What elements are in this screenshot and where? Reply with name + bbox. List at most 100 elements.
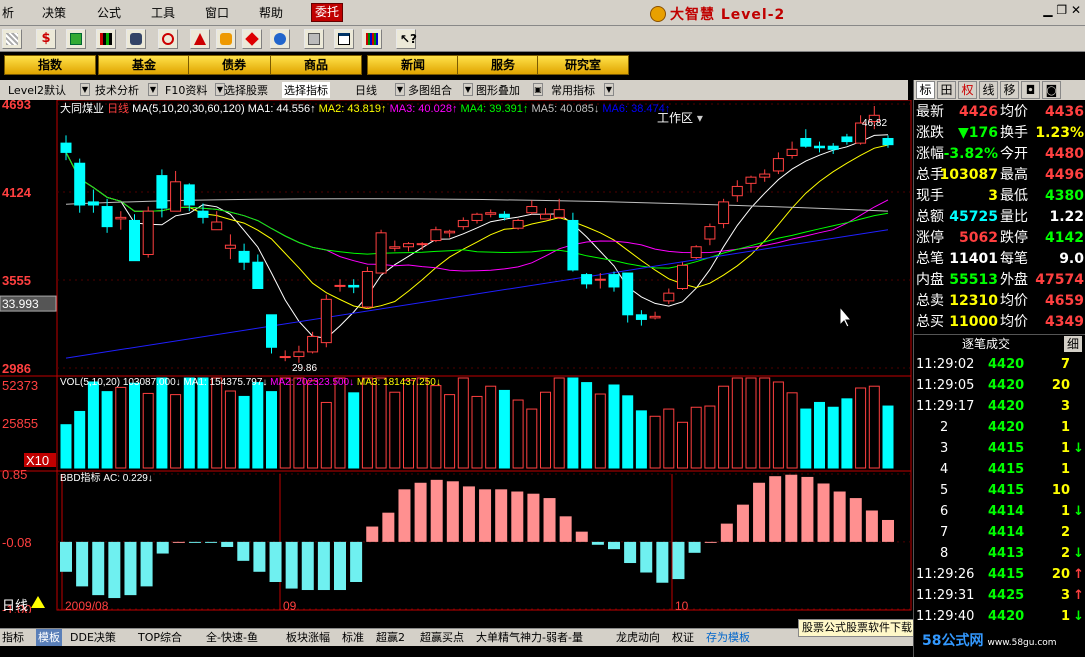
- tab-select-indicator[interactable]: 选择指标: [282, 82, 330, 98]
- quote-value: 4380: [1045, 188, 1084, 204]
- detail-button[interactable]: 细: [1063, 336, 1082, 352]
- quote-panel-tab[interactable]: ◘: [1021, 81, 1040, 99]
- bottom-tab[interactable]: 大单精气神力-弱者-量: [476, 629, 583, 646]
- quote-panel-tab[interactable]: 权: [958, 81, 977, 99]
- volume-bar: [416, 377, 428, 469]
- candle-body: [348, 284, 360, 288]
- tab-level2-default[interactable]: Level2默认: [8, 82, 66, 98]
- tab-f10[interactable]: F10资料: [165, 82, 207, 98]
- menu-item-weituo[interactable]: 委托: [311, 3, 344, 22]
- diamond-icon[interactable]: [242, 29, 262, 49]
- minimize-icon[interactable]: ▁: [1043, 3, 1052, 17]
- quote-row: 总额 45725 量比 1.22: [916, 207, 1084, 228]
- dollar-icon[interactable]: $: [36, 29, 56, 49]
- tick-time: 8: [940, 546, 949, 561]
- quote-panel-tab[interactable]: 移: [1000, 81, 1019, 99]
- candle-body: [238, 250, 250, 263]
- price-pane-header: 大同煤业 日线 MA(5,10,20,30,60,120) MA1: 44.55…: [60, 101, 670, 115]
- restore-icon[interactable]: ❐: [1056, 3, 1067, 17]
- bottom-tab[interactable]: 全-快速-鱼: [206, 629, 258, 646]
- hand-icon[interactable]: [216, 29, 236, 49]
- tab-dropdown-arrow-icon[interactable]: ▼: [604, 83, 614, 96]
- bottom-tab[interactable]: 模板: [36, 629, 62, 646]
- help-arrow-icon[interactable]: ↖?: [396, 29, 417, 49]
- menu-bar: 析 决策 公式 工具 窗口 帮助 委托 大智慧 Level-2 ▁ ❐ ✕: [0, 0, 1085, 26]
- candle-body: [183, 184, 195, 206]
- bottom-tab-bar: 指标 模板 DDE决策 TOP综合 全-快速-鱼 板块涨幅 标准 超赢2 超赢买点 大单精气神力-…: [0, 628, 913, 646]
- tab-technical-analysis[interactable]: 技术分析: [95, 82, 139, 98]
- bottom-tab[interactable]: TOP综合: [138, 629, 182, 646]
- tab-select-stock[interactable]: 选择股票: [224, 82, 268, 98]
- tick-price: 4420: [988, 420, 1025, 435]
- display-icon[interactable]: [66, 29, 86, 49]
- tab-dropdown-arrow-icon[interactable]: ▼: [395, 83, 405, 96]
- quote-panel: 标田权线移 ◘ ◙ 最新 4426 均价 4436 涨跌 ▼176 换手 1.23% 涨幅 -3.82…: [913, 80, 1085, 657]
- tab-overlay[interactable]: 图形叠加: [476, 82, 520, 98]
- quote-panel-tab[interactable]: 田: [937, 81, 956, 99]
- lock-icon[interactable]: ▣: [533, 83, 543, 96]
- menu-item-help[interactable]: 帮助: [259, 4, 283, 21]
- ad-banner[interactable]: 股票公式股票软件下载: [798, 619, 920, 637]
- tab-daily[interactable]: 日线: [355, 82, 377, 98]
- window-icon[interactable]: [334, 29, 354, 49]
- bottom-tab[interactable]: 龙虎动向: [616, 629, 660, 646]
- stock-chart[interactable]: 大同煤业 日线 MA(5,10,20,30,60,120) MA1: 44.55…: [0, 100, 913, 613]
- quote-panel-tab[interactable]: 标: [916, 81, 935, 99]
- bottom-tab[interactable]: DDE决策: [70, 629, 116, 646]
- chart-type-icon[interactable]: [96, 29, 116, 49]
- candle-body: [553, 209, 565, 218]
- bottom-tab[interactable]: 超赢买点: [420, 629, 464, 646]
- bbd-bar: [205, 541, 218, 543]
- volume-bar: [690, 406, 702, 469]
- menu-item-decision[interactable]: 决策: [42, 4, 66, 21]
- tab-dropdown-arrow-icon[interactable]: ▼: [80, 83, 90, 96]
- candle-body: [663, 292, 675, 302]
- menu-item-formula[interactable]: 公式: [97, 4, 121, 21]
- fire-icon[interactable]: [270, 29, 290, 49]
- menu-item-window[interactable]: 窗口: [205, 4, 229, 21]
- bottom-tab[interactable]: 标准: [342, 629, 364, 646]
- tab-dropdown-arrow-icon[interactable]: ▼: [148, 83, 158, 96]
- bars-icon[interactable]: [362, 29, 382, 49]
- tab-multi-chart[interactable]: 多图组合: [408, 82, 452, 98]
- candle-body: [635, 314, 647, 320]
- nav-button-fund[interactable]: 基金: [98, 55, 190, 75]
- volume-bar: [553, 377, 565, 469]
- tick-price: 4415: [988, 567, 1025, 582]
- quote-panel-tab[interactable]: 线: [979, 81, 998, 99]
- bottom-tab[interactable]: 板块涨幅: [286, 629, 330, 646]
- nav-button-index[interactable]: 指数: [4, 55, 96, 75]
- date-axis-label: 10: [675, 599, 689, 613]
- alert-icon[interactable]: [190, 29, 210, 49]
- bottom-tab[interactable]: 存为模板: [706, 629, 750, 646]
- nav-button-news[interactable]: 新闻: [367, 55, 459, 75]
- tick-time: 2: [940, 420, 949, 435]
- ruler-icon[interactable]: [2, 29, 22, 49]
- quote-label: 今开: [1000, 146, 1028, 162]
- volume-bar: [677, 421, 688, 469]
- nav-button-service[interactable]: 服务: [457, 55, 549, 75]
- nav-button-bond[interactable]: 债券: [188, 55, 280, 75]
- bottom-tab[interactable]: 超赢2: [376, 629, 405, 646]
- bbd-bar: [817, 483, 830, 542]
- candle-body: [170, 181, 182, 212]
- volume-pane-header: VOL(5,10,20) 103087.000↓ MA1: 154375.797…: [60, 377, 441, 388]
- volume-bar: [800, 408, 812, 469]
- bbd-bar: [801, 476, 814, 542]
- close-icon[interactable]: ✕: [1071, 3, 1081, 17]
- candle-body: [320, 298, 332, 344]
- quote-panel-tab[interactable]: ◙: [1042, 81, 1061, 99]
- bottom-tab[interactable]: 权证: [672, 629, 694, 646]
- tab-common-indicators[interactable]: 常用指标: [551, 82, 595, 98]
- refresh-icon[interactable]: [158, 29, 178, 49]
- tab-dropdown-arrow-icon[interactable]: ▼: [463, 83, 473, 96]
- nav-button-commodity[interactable]: 商品: [270, 55, 362, 75]
- bottom-tab[interactable]: 指标: [2, 629, 24, 646]
- bbd-bar: [511, 491, 524, 542]
- menu-item-analysis[interactable]: 析: [2, 4, 14, 21]
- menu-item-tools[interactable]: 工具: [151, 4, 175, 21]
- bbd-bar: [559, 516, 572, 542]
- clipboard-icon[interactable]: [304, 29, 324, 49]
- binoculars-icon[interactable]: [126, 29, 146, 49]
- nav-button-research[interactable]: 研究室: [537, 55, 629, 75]
